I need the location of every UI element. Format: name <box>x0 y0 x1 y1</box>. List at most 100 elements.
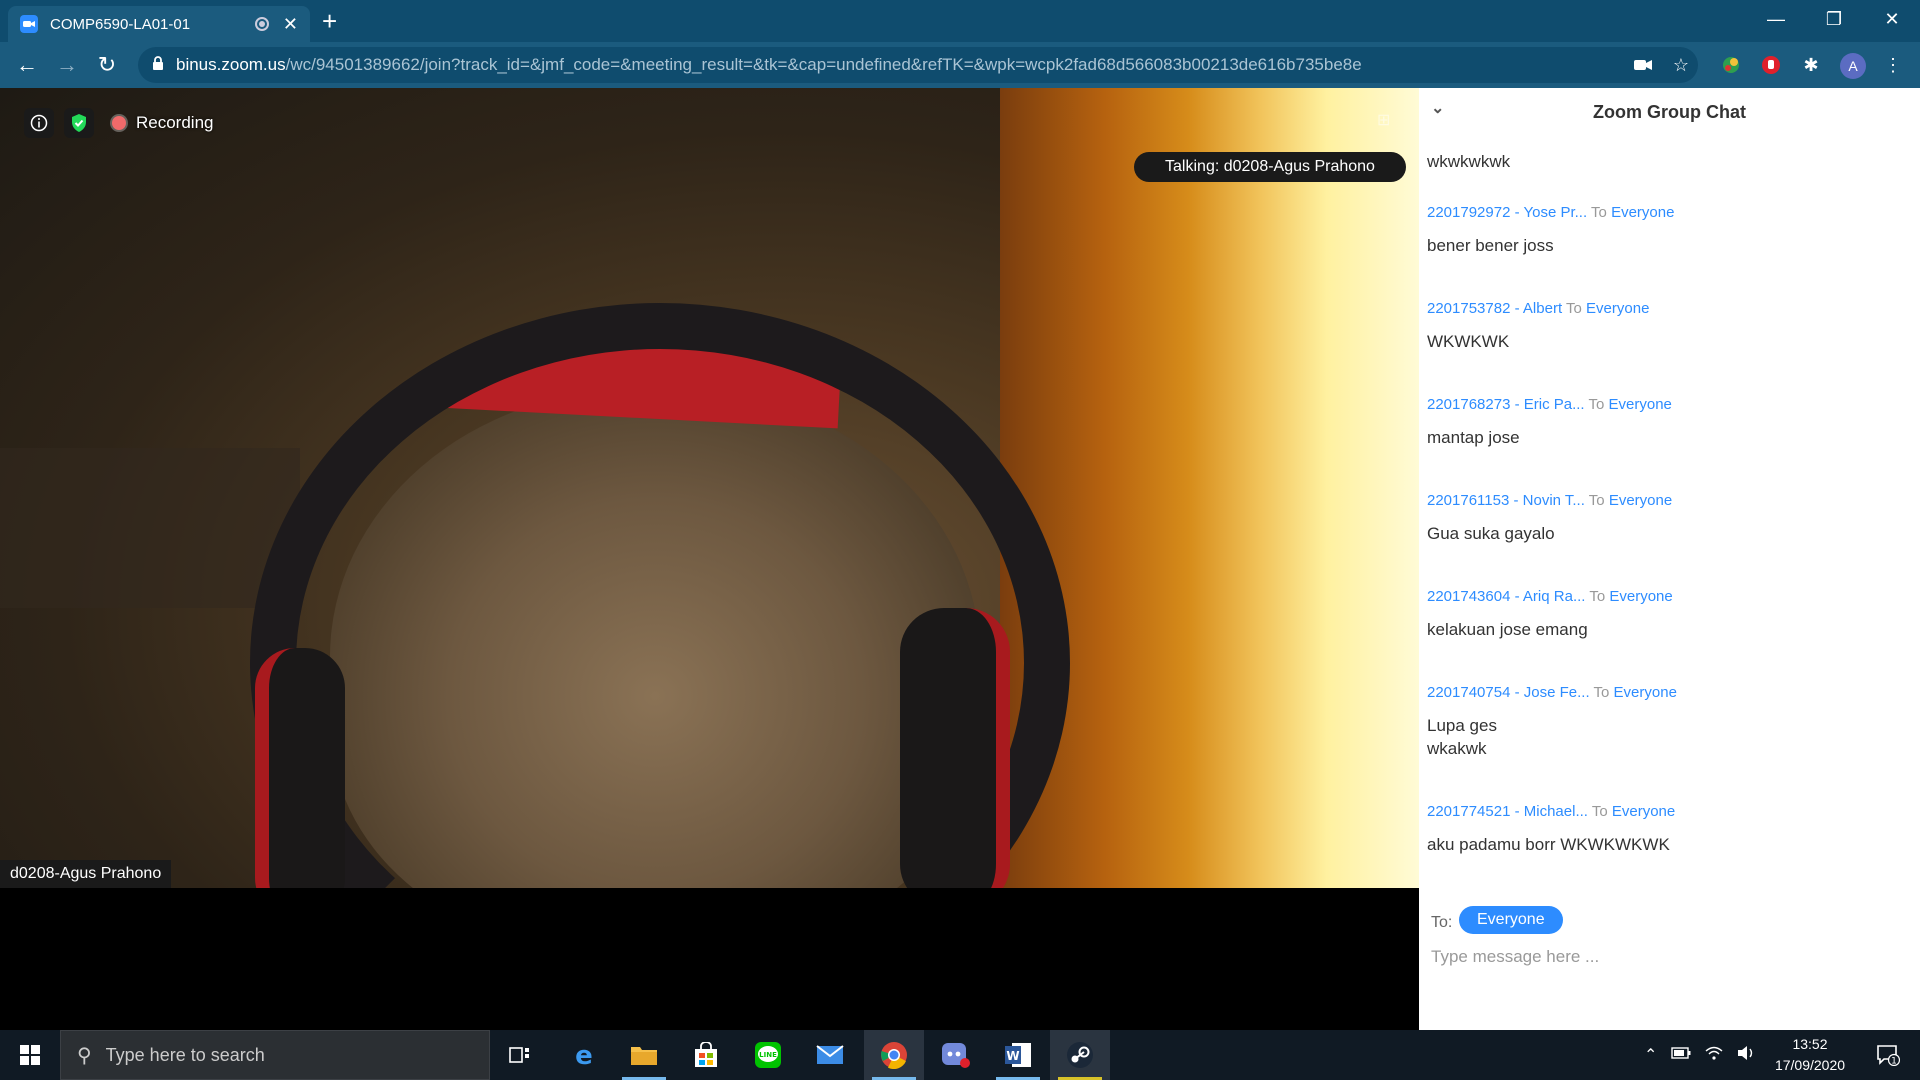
extensions-puzzle-icon[interactable]: ✱ <box>1798 52 1824 78</box>
chat-sender[interactable]: 2201743604 - Ariq Ra... <box>1427 588 1585 605</box>
minimize-window-button[interactable]: — <box>1748 0 1804 38</box>
new-tab-button[interactable]: + <box>322 8 337 34</box>
volume-icon[interactable] <box>1737 1045 1755 1066</box>
search-icon: ⚲ <box>77 1044 92 1067</box>
back-button[interactable]: ← <box>12 50 42 80</box>
taskbar-clock[interactable]: 13:52 17/09/2020 <box>1760 1034 1860 1076</box>
composer-to-label: To: <box>1431 914 1453 931</box>
recording-label: Recording <box>136 113 214 132</box>
browser-menu-icon[interactable]: ⋮ <box>1880 52 1906 78</box>
video-bottom-area <box>0 888 1419 1030</box>
chat-sender[interactable]: 2201768273 - Eric Pa... <box>1427 396 1585 413</box>
camera-blocked-icon[interactable] <box>1630 52 1656 78</box>
tab-close-icon[interactable]: ✕ <box>283 14 298 35</box>
chat-message-text: Lupa ges <box>1427 716 1497 735</box>
chat-header: ⌄ Zoom Group Chat <box>1419 88 1920 136</box>
chat-message-meta: 2201753782 - Albert To Everyone <box>1427 300 1649 317</box>
zoom-favicon-icon <box>20 15 38 33</box>
taskbar-search-placeholder: Type here to search <box>105 1044 265 1065</box>
encryption-shield-icon[interactable] <box>64 108 94 138</box>
chat-recipient[interactable]: Everyone <box>1609 492 1672 509</box>
chat-to-label: To <box>1566 300 1582 317</box>
wifi-icon[interactable] <box>1705 1046 1723 1065</box>
chevron-down-icon[interactable]: ⌄ <box>1431 98 1444 118</box>
steam-app-icon[interactable] <box>1050 1030 1110 1080</box>
chat-sender[interactable]: 2201761153 - Novin T... <box>1427 492 1585 509</box>
start-button[interactable] <box>0 1030 60 1080</box>
chat-message-text: WKWKWK <box>1427 332 1510 351</box>
close-window-button[interactable]: ✕ <box>1864 0 1920 38</box>
meeting-info-bar: Recording <box>24 108 214 138</box>
chat-message-text: aku padamu borr WKWKWKWK <box>1427 835 1670 854</box>
browser-toolbar: ← → ↻ binus.zoom.us/wc/94501389662/join?… <box>0 42 1920 88</box>
chat-message-meta: 2201768273 - Eric Pa... To Everyone <box>1427 396 1672 413</box>
windows-logo-icon <box>20 1045 40 1065</box>
url-host: binus.zoom.us <box>176 55 286 74</box>
browser-tab[interactable]: COMP6590-LA01-01 ✕ <box>8 6 310 42</box>
chat-recipient[interactable]: Everyone <box>1614 684 1677 701</box>
bookmark-star-icon[interactable]: ☆ <box>1668 52 1694 78</box>
file-explorer-icon[interactable] <box>614 1030 674 1080</box>
tray-overflow-chevron-up-icon[interactable]: ⌃ <box>1644 1045 1657 1065</box>
edge-app-icon[interactable]: e <box>554 1030 614 1080</box>
recipient-select-button[interactable]: Everyone <box>1459 906 1563 934</box>
extension-red-hand-icon[interactable] <box>1758 52 1784 78</box>
tab-title: COMP6590-LA01-01 <box>50 15 191 33</box>
chat-composer: To: Everyone <box>1419 896 1920 1030</box>
chat-sender[interactable]: 2201792972 - Yose Pr... <box>1427 204 1587 221</box>
talking-indicator: Talking: d0208-Agus Prahono <box>1134 152 1406 182</box>
chat-message-text: bener bener joss <box>1427 236 1554 255</box>
chat-to-label: To <box>1593 684 1610 701</box>
clock-time: 13:52 <box>1792 1036 1828 1052</box>
gallery-view-icon[interactable]: ⊞ <box>1377 110 1390 130</box>
chat-recipient[interactable]: Everyone <box>1611 204 1674 221</box>
action-center-button[interactable]: 1 <box>1866 1030 1910 1080</box>
lock-icon <box>152 55 164 75</box>
chat-sender[interactable]: 2201753782 - Albert <box>1427 300 1562 317</box>
chat-message-list[interactable]: wkwkwkwk 2201792972 - Yose Pr... To Ever… <box>1419 136 1920 976</box>
chat-recipient[interactable]: Everyone <box>1612 803 1675 820</box>
word-app-icon[interactable]: W <box>988 1030 1048 1080</box>
chat-message-text: Gua suka gayalo <box>1427 524 1555 543</box>
chat-sender[interactable]: 2201774521 - Michael... <box>1427 803 1588 820</box>
chat-message-input[interactable] <box>1431 942 1901 972</box>
reload-button[interactable]: ↻ <box>92 50 122 80</box>
chat-to-label: To <box>1589 588 1606 605</box>
address-bar[interactable]: binus.zoom.us/wc/94501389662/join?track_… <box>138 47 1698 83</box>
chat-sender[interactable]: 2201740754 - Jose Fe... <box>1427 684 1590 701</box>
recording-dot-icon <box>112 116 126 130</box>
participant-name-tag: d0208-Agus Prahono <box>0 860 172 888</box>
task-view-button[interactable] <box>490 1030 550 1080</box>
restore-window-button[interactable]: ❐ <box>1806 0 1862 38</box>
chat-to-label: To <box>1588 492 1605 509</box>
extension-colorful-icon[interactable] <box>1718 52 1744 78</box>
line-app-icon[interactable]: LINE <box>738 1030 798 1080</box>
notification-icon: 1 <box>1877 1045 1900 1067</box>
chat-to-label: To <box>1588 396 1605 413</box>
taskbar-search[interactable]: ⚲ Type here to search <box>60 1030 490 1080</box>
chrome-app-icon[interactable] <box>864 1030 924 1080</box>
chat-to-label: To <box>1591 204 1607 221</box>
windows-taskbar: ⚲ Type here to search e LINE W ⌃ 13:52 1… <box>0 1030 1920 1080</box>
video-background-curtain <box>1000 88 1419 888</box>
chat-message-text: wkwkwkwk <box>1427 152 1511 171</box>
url-path: /wc/94501389662/join?track_id=&jmf_code=… <box>285 55 1362 74</box>
chat-message-meta: 2201743604 - Ariq Ra... To Everyone <box>1427 588 1673 605</box>
profile-avatar[interactable]: A <box>1840 53 1866 79</box>
forward-button[interactable]: → <box>52 50 82 80</box>
discord-app-icon[interactable] <box>926 1030 986 1080</box>
svg-text:e: e <box>575 1042 593 1068</box>
chat-message-meta: 2201761153 - Novin T... To Everyone <box>1427 492 1672 509</box>
microsoft-store-icon[interactable] <box>676 1030 736 1080</box>
chat-title: Zoom Group Chat <box>1593 101 1746 122</box>
meeting-info-icon[interactable] <box>24 108 54 138</box>
chat-recipient[interactable]: Everyone <box>1609 396 1672 413</box>
chat-recipient[interactable]: Everyone <box>1609 588 1672 605</box>
chat-recipient[interactable]: Everyone <box>1586 300 1649 317</box>
notification-count: 1 <box>1891 1057 1897 1067</box>
battery-icon[interactable] <box>1671 1046 1691 1064</box>
participant-video[interactable] <box>0 88 1419 888</box>
mail-app-icon[interactable] <box>800 1030 860 1080</box>
chat-message-meta: 2201792972 - Yose Pr... To Everyone <box>1427 204 1674 221</box>
svg-text:LINE: LINE <box>759 1051 777 1059</box>
